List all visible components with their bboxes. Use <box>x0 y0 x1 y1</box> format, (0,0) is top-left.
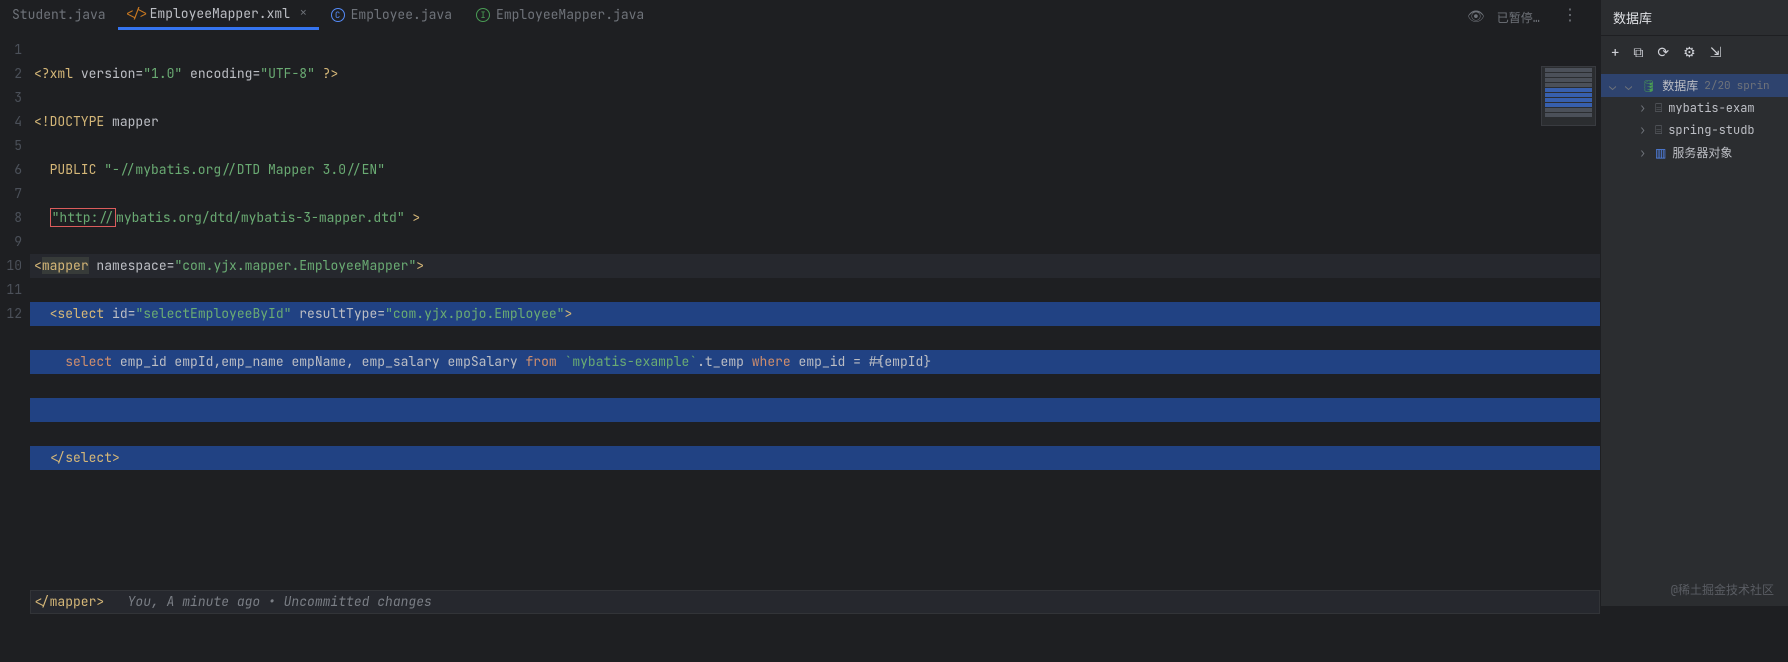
database-tree: ⌄ ⌄ 🛢 数据库 2/20 sprin › ⌸ mybatis-exam › … <box>1601 70 1788 168</box>
chevron-right-icon: › <box>1639 145 1649 161</box>
schema-icon: ⌸ <box>1655 122 1662 138</box>
database-panel: 数据库 + ⧉ ⟳ ⚙ ⇲ ⌄ ⌄ 🛢 数据库 2/20 sprin › ⌸ m… <box>1600 0 1788 606</box>
tab-label: EmployeeMapper.xml <box>150 5 290 22</box>
gear-icon[interactable]: ⚙ <box>1683 44 1696 62</box>
code-body[interactable]: <?xml version="1.0" encoding="UTF-8" ?> … <box>30 30 1600 662</box>
git-blame-annotation: You, A minute ago • Uncommitted changes <box>104 593 432 610</box>
tab-employeemapper-xml[interactable]: </> EmployeeMapper.xml ✕ <box>118 0 319 30</box>
tree-tag: sprin <box>1737 79 1770 93</box>
tree-root[interactable]: ⌄ ⌄ 🛢 数据库 2/20 sprin <box>1601 74 1788 97</box>
class-icon: C <box>331 8 345 22</box>
tab-label: Student.java <box>12 6 106 23</box>
interface-icon: I <box>476 8 490 22</box>
tree-item-mybatis[interactable]: › ⌸ mybatis-exam <box>1601 97 1788 119</box>
editor-area[interactable]: 1 2 3 4 5 6 7 8 9 10 11 12 <?xml version… <box>0 30 1600 662</box>
tree-item-spring[interactable]: › ⌸ spring-studb <box>1601 119 1788 141</box>
editor-status: 👁 已暂停… <box>1467 8 1540 26</box>
tree-label: 数据库 <box>1662 77 1698 94</box>
gutter: 1 2 3 4 5 6 7 8 9 10 11 12 <box>0 30 30 662</box>
panel-title: 数据库 <box>1601 0 1788 36</box>
tree-count: 2/20 <box>1704 79 1730 93</box>
eye-off-icon[interactable]: 👁 <box>1467 8 1485 26</box>
editor-tabs: Student.java </> EmployeeMapper.xml ✕ C … <box>0 0 1600 30</box>
chevron-down-icon: ⌄ <box>1609 78 1619 94</box>
database-icon: 🛢 <box>1641 78 1656 94</box>
server-icon: ▥ <box>1655 145 1666 161</box>
chevron-right-icon: › <box>1639 100 1649 116</box>
editor-main: Student.java </> EmployeeMapper.xml ✕ C … <box>0 0 1600 606</box>
tree-label: 服务器对象 <box>1672 144 1732 161</box>
inspection-status: 已暂停… <box>1497 9 1540 26</box>
tab-label: EmployeeMapper.java <box>496 6 644 23</box>
tab-overflow-menu[interactable]: ⋮ <box>1542 4 1600 25</box>
collapse-icon[interactable]: ⇲ <box>1710 44 1722 62</box>
tree-label: mybatis-exam <box>1668 100 1754 116</box>
watermark: @稀土掘金技术社区 <box>1671 581 1774 598</box>
chevron-right-icon: › <box>1639 122 1649 138</box>
schema-icon: ⌸ <box>1655 100 1662 116</box>
tab-employee-java[interactable]: C Employee.java <box>319 0 464 30</box>
chevron-down-icon: ⌄ <box>1625 78 1635 94</box>
close-icon[interactable]: ✕ <box>300 6 307 20</box>
tree-label: spring-studb <box>1668 122 1754 138</box>
xml-icon: </> <box>130 6 144 20</box>
tab-student[interactable]: Student.java <box>0 0 118 30</box>
minimap[interactable] <box>1541 66 1596 126</box>
tab-employeemapper-java[interactable]: I EmployeeMapper.java <box>464 0 656 30</box>
database-toolbar: + ⧉ ⟳ ⚙ ⇲ <box>1601 36 1788 70</box>
refresh-icon[interactable]: ⟳ <box>1657 44 1669 62</box>
tree-item-server[interactable]: › ▥ 服务器对象 <box>1601 141 1788 164</box>
tab-label: Employee.java <box>351 6 452 23</box>
add-icon[interactable]: + <box>1611 44 1619 62</box>
duplicate-icon[interactable]: ⧉ <box>1633 44 1643 62</box>
